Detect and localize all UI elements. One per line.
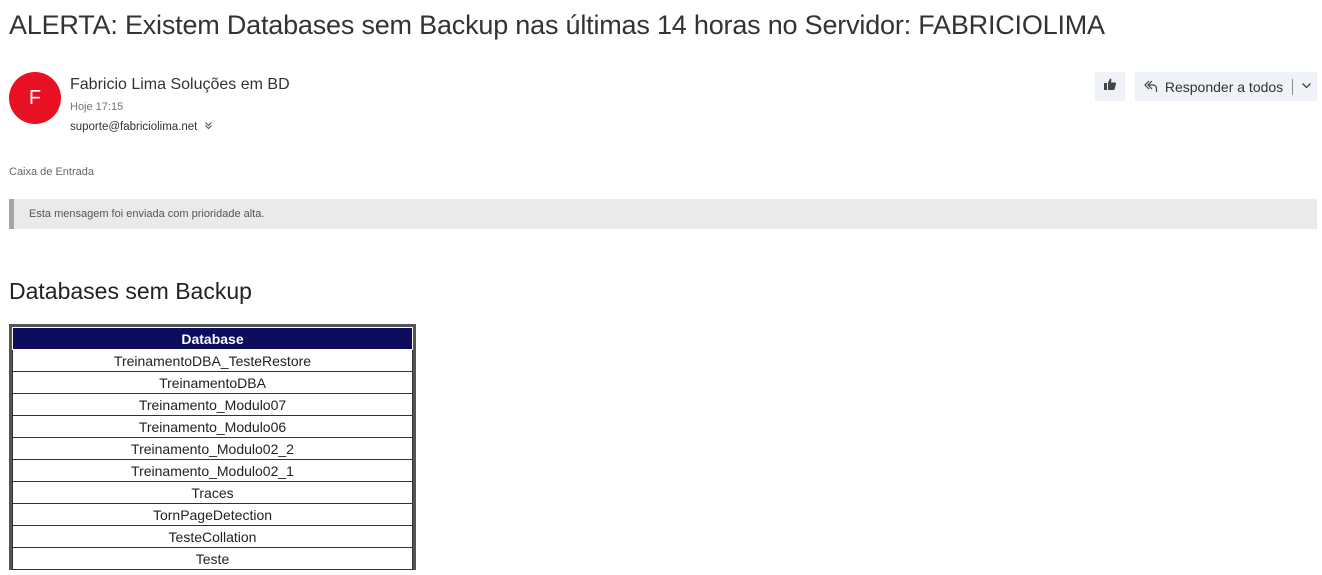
table-row: Treinamento_Modulo07 — [12, 393, 413, 416]
sent-time: Hoje 17:15 — [70, 101, 124, 113]
table-row: Teste — [12, 547, 413, 570]
database-cell: TesteCollation — [12, 525, 413, 548]
database-cell: TreinamentoDBA — [12, 371, 413, 394]
button-divider — [1292, 78, 1294, 95]
reply-options-dropdown[interactable] — [1295, 72, 1317, 101]
sender-name[interactable]: Fabricio Lima Soluções em BD — [70, 76, 290, 94]
reply-all-label: Responder a todos — [1164, 78, 1284, 95]
priority-infobar: Esta mensagem foi enviada com prioridade… — [9, 199, 1317, 229]
database-cell: Traces — [12, 481, 413, 504]
table-row: TreinamentoDBA_TesteRestore — [12, 349, 413, 372]
recipient-address: suporte@fabriciolima.net — [70, 121, 198, 133]
table-row: TreinamentoDBA — [12, 371, 413, 394]
reply-all-icon — [1143, 79, 1159, 95]
expand-recipients-icon[interactable] — [204, 121, 213, 133]
table-body: TreinamentoDBA_TesteRestore TreinamentoDB… — [12, 349, 413, 570]
table-row: TesteCollation — [12, 525, 413, 548]
recipient-line[interactable]: suporte@fabriciolima.net — [70, 121, 213, 133]
database-cell: Treinamento_Modulo02_2 — [12, 437, 413, 460]
avatar-initial: F — [28, 86, 42, 109]
folder-label[interactable]: Caixa de Entrada — [9, 166, 94, 178]
databases-table: Database TreinamentoDBA_TesteRestore Trei… — [9, 324, 416, 570]
chevron-down-icon — [1301, 78, 1312, 96]
table-row: Treinamento_Modulo02_2 — [12, 437, 413, 460]
table-row: TornPageDetection — [12, 503, 413, 526]
thumbs-up-icon — [1103, 77, 1117, 96]
priority-notice: Esta mensagem foi enviada com prioridade… — [29, 208, 265, 220]
database-cell: TornPageDetection — [12, 503, 413, 526]
sender-avatar[interactable]: F — [9, 72, 61, 124]
database-cell: Treinamento_Modulo06 — [12, 415, 413, 438]
column-header: Database — [12, 327, 413, 350]
database-cell: Treinamento_Modulo02_1 — [12, 459, 413, 482]
table-row: Traces — [12, 481, 413, 504]
email-subject: ALERTA: Existem Databases sem Backup nas… — [9, 10, 1105, 40]
reply-all-button[interactable]: Responder a todos — [1135, 72, 1317, 101]
email-reading-pane: ALERTA: Existem Databases sem Backup nas… — [0, 0, 1322, 575]
table-header-row: Database — [12, 327, 413, 350]
body-heading: Databases sem Backup — [9, 278, 252, 304]
table-row: Treinamento_Modulo06 — [12, 415, 413, 438]
table-row: Treinamento_Modulo02_1 — [12, 459, 413, 482]
like-button[interactable] — [1095, 72, 1125, 101]
database-cell: Teste — [12, 547, 413, 570]
database-cell: TreinamentoDBA_TesteRestore — [12, 349, 413, 372]
database-cell: Treinamento_Modulo07 — [12, 393, 413, 416]
